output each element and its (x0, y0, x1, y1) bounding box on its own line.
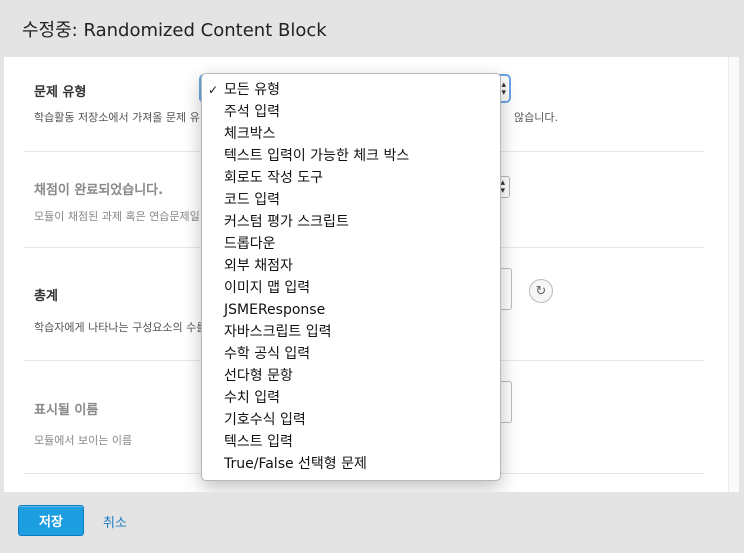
dropdown-option[interactable]: 기호수식 입력 (202, 409, 500, 431)
dropdown-option-label: 회로도 작성 도구 (224, 170, 324, 186)
dropdown-option-label: 드롭다운 (224, 236, 276, 252)
reset-count-button[interactable]: ↻ (529, 279, 553, 303)
problem-type-help: 학습활동 저장소에서 가져올 문제 유 (34, 111, 200, 124)
dropdown-option[interactable]: 텍스트 입력 (202, 431, 500, 453)
dropdown-option[interactable]: 코드 입력 (202, 189, 500, 211)
modal-title: 수정중: Randomized Content Block (22, 20, 327, 41)
dropdown-option[interactable]: 자바스크립트 입력 (202, 321, 500, 343)
dropdown-option[interactable]: 드롭다운 (202, 233, 500, 255)
dropdown-option[interactable]: 이미지 맵 입력 (202, 277, 500, 299)
save-button[interactable]: 저장 (18, 505, 84, 536)
dropdown-option-label: 선다형 문항 (224, 368, 293, 384)
dropdown-option[interactable]: 회로도 작성 도구 (202, 167, 500, 189)
dropdown-options-list: ✓ 모든 유형주석 입력체크박스텍스트 입력이 가능한 체크 박스회로도 작성 도… (202, 79, 500, 475)
dropdown-option[interactable]: 텍스트 입력이 가능한 체크 박스 (202, 145, 500, 167)
dropdown-option[interactable]: 외부 채점자 (202, 255, 500, 277)
dropdown-option-label: 자바스크립트 입력 (224, 324, 332, 340)
dropdown-option[interactable]: True/False 선택형 문제 (202, 453, 500, 475)
dropdown-option-label: 수치 입력 (224, 390, 280, 406)
dropdown-option-label: 텍스트 입력이 가능한 체크 박스 (224, 148, 410, 164)
dropdown-option-label: 주석 입력 (224, 104, 280, 120)
dropdown-option[interactable]: 수학 공식 입력 (202, 343, 500, 365)
dropdown-option-label: 모든 유형 (224, 82, 280, 98)
dropdown-option[interactable]: 체크박스 (202, 123, 500, 145)
dropdown-option[interactable]: JSMEResponse (202, 299, 500, 321)
count-label: 총계 (34, 289, 58, 304)
cancel-link[interactable]: 취소 (103, 512, 127, 531)
problem-type-label: 문제 유형 (34, 85, 87, 100)
dropdown-option[interactable]: 커스텀 평가 스크립트 (202, 211, 500, 233)
dropdown-option-label: 수학 공식 입력 (224, 346, 311, 362)
dropdown-option-label: 코드 입력 (224, 192, 280, 208)
dropdown-option-label: 텍스트 입력 (224, 434, 293, 450)
dropdown-option[interactable]: ✓ 모든 유형 (202, 79, 500, 101)
display-name-help: 모듈에서 보이는 이름 (34, 434, 133, 447)
select-arrows-icon: ▴ ▾ (501, 79, 506, 98)
dropdown-option-label: 외부 채점자 (224, 258, 293, 274)
dropdown-option-label: 커스텀 평가 스크립트 (224, 214, 349, 230)
dropdown-option-label: 기호수식 입력 (224, 412, 306, 428)
display-name-label: 표시될 이름 (34, 403, 99, 418)
problem-type-help-end: 않습니다. (514, 111, 558, 124)
dropdown-option-label: JSMEResponse (224, 302, 326, 318)
graded-label: 채점이 완료되었습니다. (34, 183, 164, 198)
dropdown-option[interactable]: 수치 입력 (202, 387, 500, 409)
select-arrows-icon: ▴ ▾ (500, 178, 505, 196)
count-help: 학습자에게 나타나는 구성요소의 수를 (34, 321, 207, 334)
checkmark-icon: ✓ (208, 83, 219, 97)
problem-type-dropdown[interactable]: ✓ 모든 유형주석 입력체크박스텍스트 입력이 가능한 체크 박스회로도 작성 도… (201, 73, 501, 481)
dropdown-option-label: 이미지 맵 입력 (224, 280, 311, 296)
scrollbar[interactable] (728, 57, 739, 492)
graded-help: 모듈이 채점된 과제 혹은 연습문제일 (34, 210, 200, 223)
reset-icon: ↻ (535, 283, 547, 299)
dropdown-option[interactable]: 주석 입력 (202, 101, 500, 123)
dropdown-option[interactable]: 선다형 문항 (202, 365, 500, 387)
dropdown-option-label: 체크박스 (224, 126, 276, 142)
dropdown-option-label: True/False 선택형 문제 (224, 456, 367, 472)
